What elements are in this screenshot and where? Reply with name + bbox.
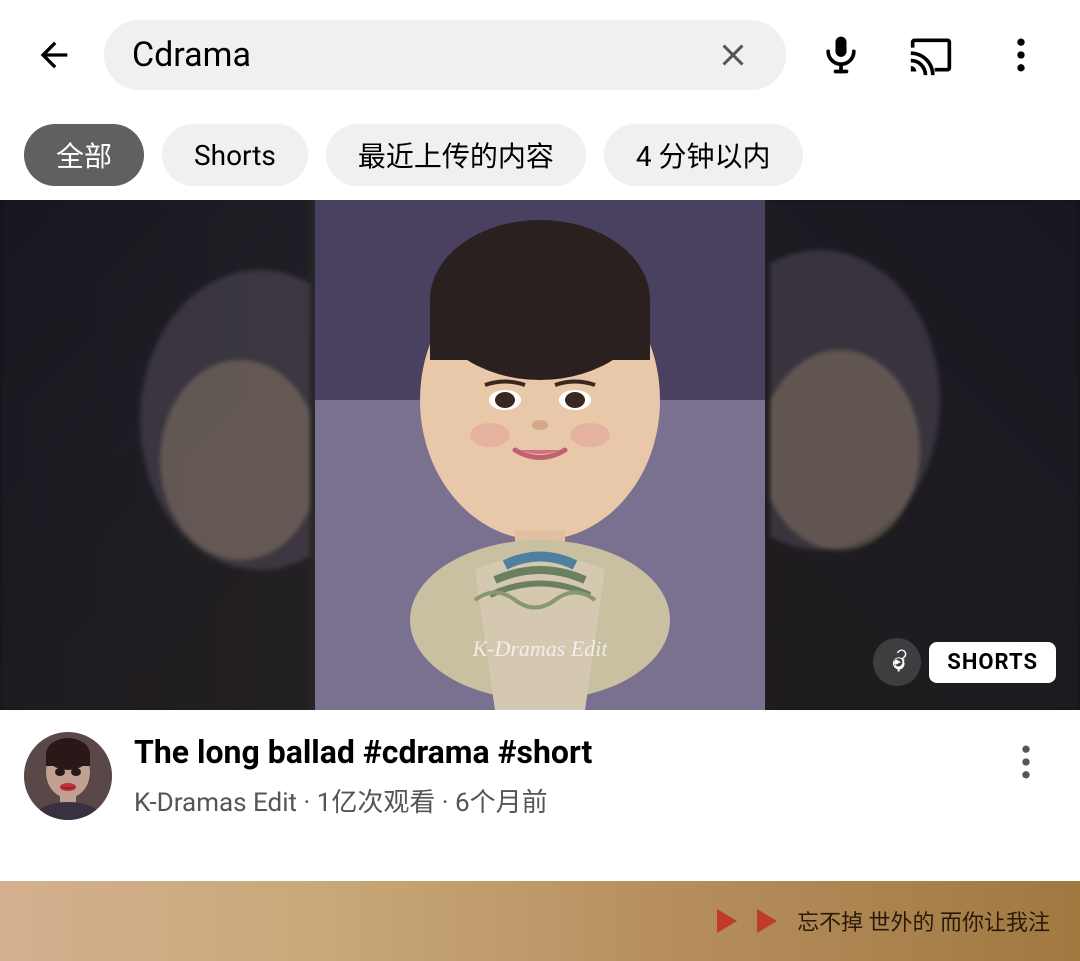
video-side-right <box>770 200 1080 710</box>
next-video-strip[interactable]: 忘不掉 世外的 而你让我注 <box>0 881 1080 961</box>
microphone-icon <box>819 33 863 77</box>
filter-recent-label: 最近上传的内容 <box>358 135 554 175</box>
play-icon-1 <box>709 903 745 939</box>
right-blur-overlay <box>770 200 1080 710</box>
next-strip-text: 忘不掉 世外的 而你让我注 <box>797 905 1050 937</box>
play-icon-2 <box>749 903 785 939</box>
video-thumbnail[interactable]: K-Dramas Edit SHORTS <box>0 200 1080 710</box>
search-bar[interactable]: Cdrama <box>104 20 786 90</box>
filter-all-label: 全部 <box>56 135 112 175</box>
video-info: The long ballad #cdrama #short K-Dramas … <box>0 710 1080 838</box>
video-watermark: K-Dramas Edit <box>472 636 607 662</box>
header: Cdrama <box>0 0 1080 110</box>
cast-button[interactable] <box>896 20 966 90</box>
shorts-icon <box>873 638 921 686</box>
microphone-button[interactable] <box>806 20 876 90</box>
more-options-icon <box>999 33 1043 77</box>
avatar-image <box>24 732 112 820</box>
filter-bar: 全部 Shorts 最近上传的内容 4 分钟以内 <box>0 110 1080 200</box>
video-subtitle: K-Dramas Edit · 1亿次观看 · 6个月前 <box>134 782 974 819</box>
next-play-icons: 忘不掉 世外的 而你让我注 <box>709 903 1050 939</box>
video-side-left <box>0 200 310 710</box>
portrait-svg <box>315 200 765 710</box>
back-icon <box>34 35 74 75</box>
video-more-options-button[interactable] <box>996 732 1056 792</box>
filter-chip-all[interactable]: 全部 <box>24 124 144 186</box>
video-title: The long ballad #cdrama #short <box>134 732 974 774</box>
clear-icon <box>715 37 751 73</box>
shorts-label: SHORTS <box>929 642 1056 683</box>
filter-chip-duration[interactable]: 4 分钟以内 <box>604 124 803 186</box>
filter-duration-label: 4 分钟以内 <box>636 135 771 175</box>
video-more-icon <box>1004 740 1048 784</box>
filter-chip-shorts[interactable]: Shorts <box>162 124 308 186</box>
video-center-portrait: K-Dramas Edit <box>315 200 765 710</box>
cast-icon <box>909 33 953 77</box>
back-button[interactable] <box>24 25 84 85</box>
left-blur-overlay <box>0 200 310 710</box>
more-options-button[interactable] <box>986 20 1056 90</box>
video-metadata: The long ballad #cdrama #short K-Dramas … <box>134 732 974 819</box>
search-input-value: Cdrama <box>132 35 708 75</box>
clear-search-button[interactable] <box>708 30 758 80</box>
shorts-logo-icon <box>881 646 913 678</box>
channel-avatar[interactable] <box>24 732 112 820</box>
filter-shorts-label: Shorts <box>194 139 276 172</box>
filter-chip-recent[interactable]: 最近上传的内容 <box>326 124 586 186</box>
shorts-badge: SHORTS <box>873 638 1056 686</box>
